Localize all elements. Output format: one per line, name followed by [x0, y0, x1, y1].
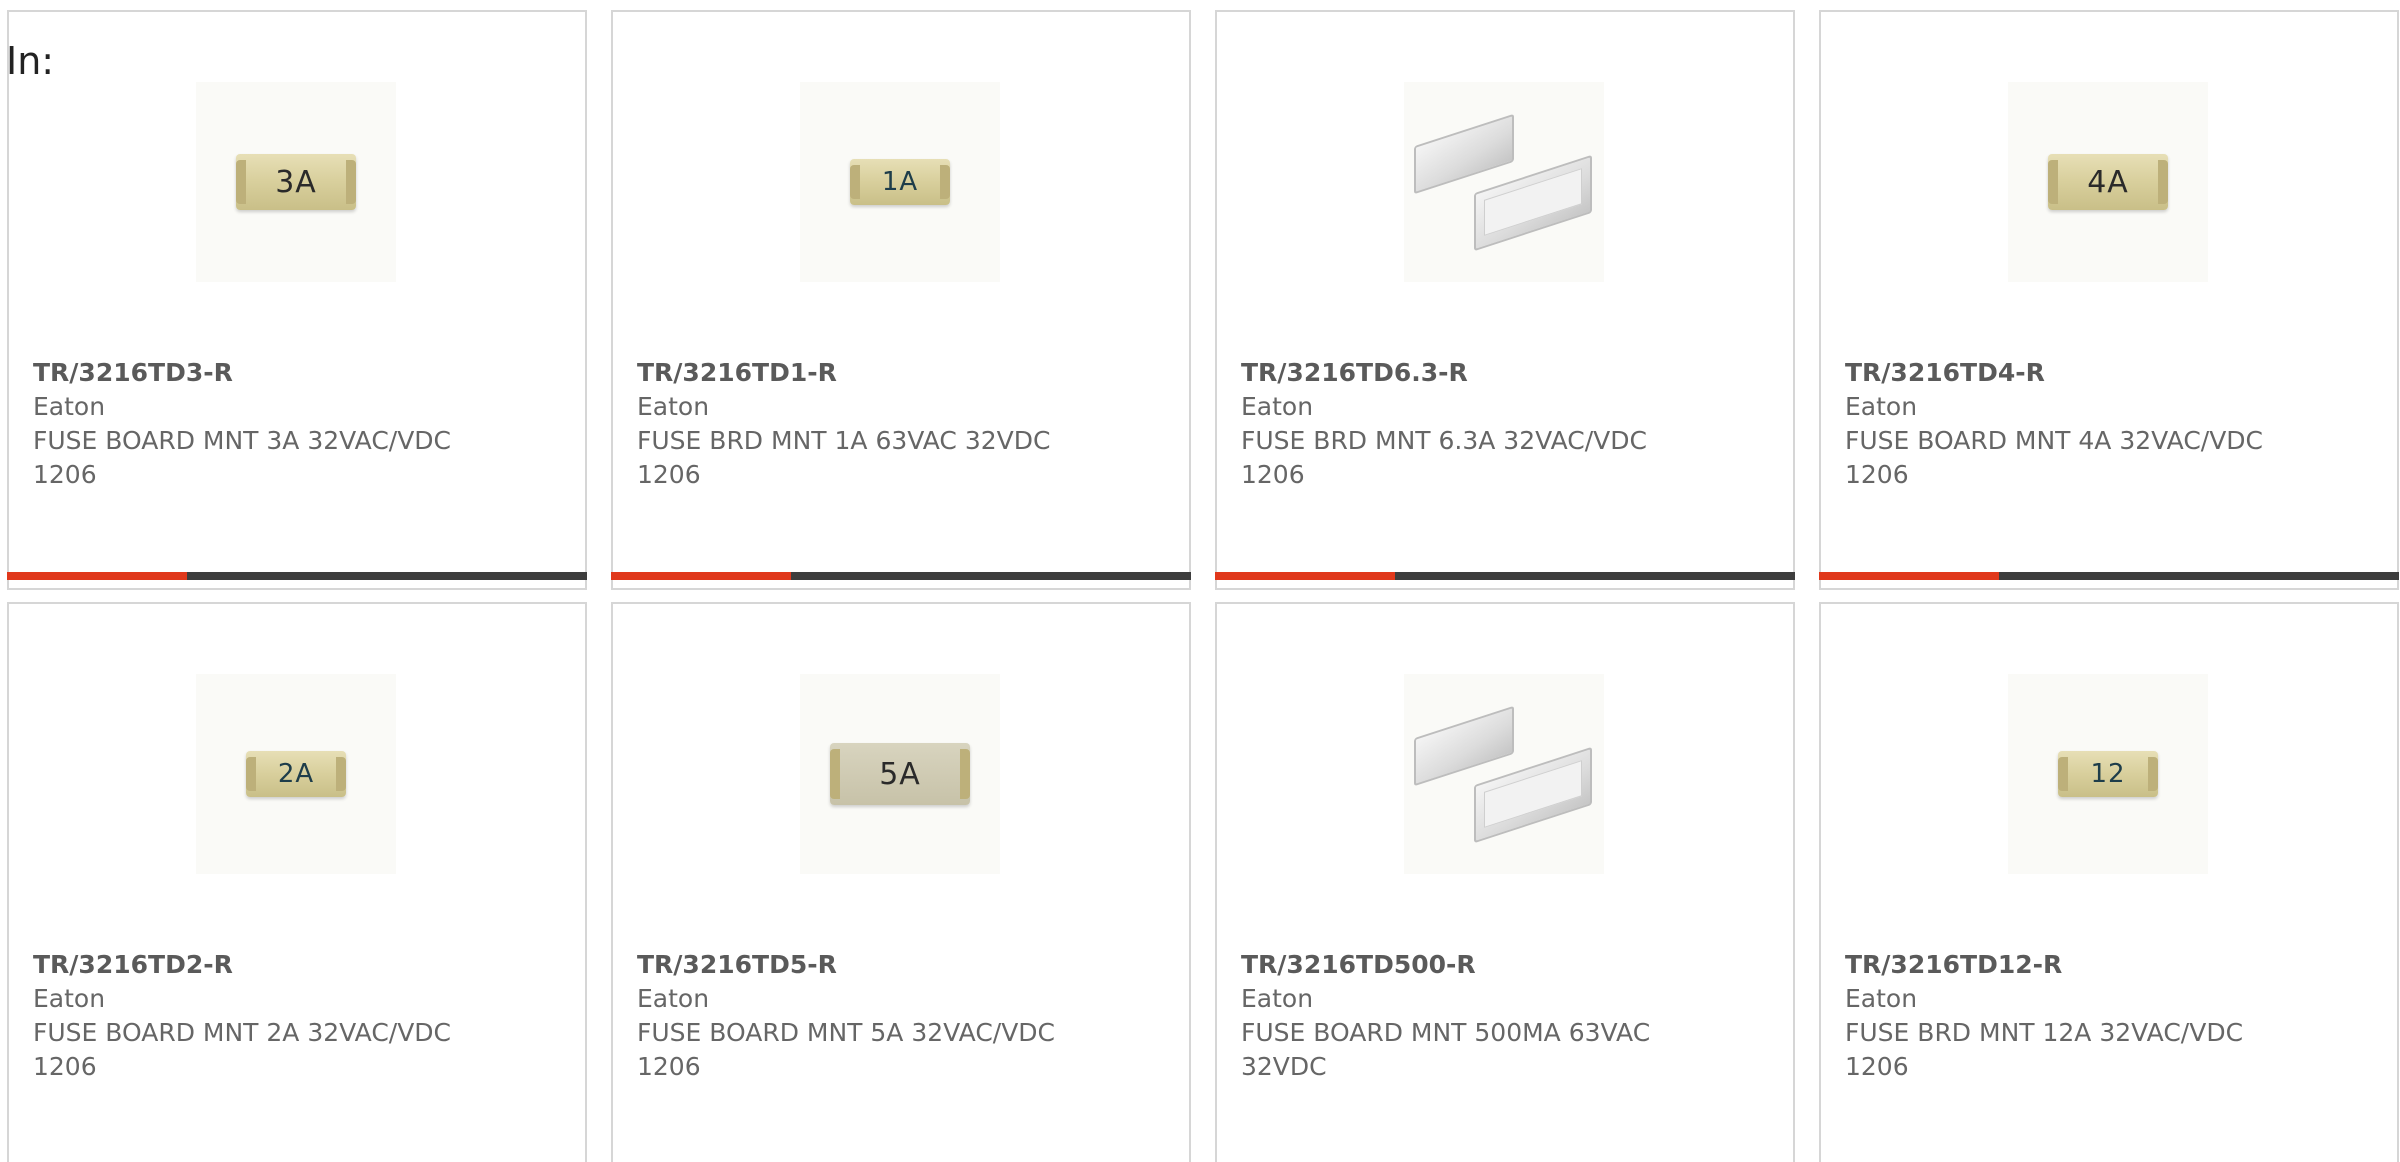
- chip-shape: [1414, 705, 1514, 787]
- chip-shape: [1474, 154, 1592, 252]
- product-image[interactable]: [1404, 674, 1604, 874]
- product-image[interactable]: 4A: [2008, 82, 2208, 282]
- fuse-icon: 1A: [850, 159, 950, 205]
- manufacturer: Eaton: [1241, 392, 1314, 421]
- product-card[interactable]: TR/3216TD500-R Eaton FUSE BOARD MNT 500M…: [1215, 602, 1795, 1162]
- description: FUSE BOARD MNT 4A 32VAC/VDC: [1845, 426, 2264, 455]
- product-info: TR/3216TD4-R Eaton FUSE BOARD MNT 4A 32V…: [1845, 356, 2315, 492]
- description: FUSE BOARD MNT 500MA 63VAC 32VDC: [1241, 1018, 1651, 1081]
- product-info: TR/3216TD12-R Eaton FUSE BRD MNT 12A 32V…: [1845, 948, 2315, 1084]
- progress-bar: [1819, 572, 2399, 580]
- product-info: TR/3216TD5-R Eaton FUSE BOARD MNT 5A 32V…: [637, 948, 1107, 1084]
- progress-bar: [7, 572, 587, 580]
- product-card[interactable]: 12 TR/3216TD12-R Eaton FUSE BRD MNT 12A …: [1819, 602, 2399, 1162]
- description: FUSE BRD MNT 6.3A 32VAC/VDC: [1241, 426, 1647, 455]
- fuse-marking: 5A: [879, 756, 921, 792]
- part-number[interactable]: TR/3216TD3-R: [33, 356, 503, 390]
- product-grid: 3A TR/3216TD3-R Eaton FUSE BOARD MNT 3A …: [7, 10, 2399, 1162]
- product-info: TR/3216TD6.3-R Eaton FUSE BRD MNT 6.3A 3…: [1241, 356, 1711, 492]
- manufacturer: Eaton: [1241, 984, 1314, 1013]
- fuse-icon: 3A: [236, 154, 356, 210]
- part-number[interactable]: TR/3216TD500-R: [1241, 948, 1711, 982]
- fuse-icon: 12: [2058, 751, 2158, 797]
- fuse-marking: 3A: [275, 164, 317, 200]
- chip-shape: [1414, 113, 1514, 195]
- product-card[interactable]: TR/3216TD6.3-R Eaton FUSE BRD MNT 6.3A 3…: [1215, 10, 1795, 590]
- fuse-marking: 2A: [277, 759, 315, 789]
- part-number[interactable]: TR/3216TD2-R: [33, 948, 503, 982]
- progress-fill: [7, 572, 187, 580]
- fuse-icon: 4A: [2048, 154, 2168, 210]
- description: FUSE BRD MNT 12A 32VAC/VDC: [1845, 1018, 2244, 1047]
- product-card[interactable]: 4A TR/3216TD4-R Eaton FUSE BOARD MNT 4A …: [1819, 10, 2399, 590]
- manufacturer: Eaton: [1845, 984, 1918, 1013]
- manufacturer: Eaton: [637, 392, 710, 421]
- part-number[interactable]: TR/3216TD12-R: [1845, 948, 2315, 982]
- product-card[interactable]: 3A TR/3216TD3-R Eaton FUSE BOARD MNT 3A …: [7, 10, 587, 590]
- part-number[interactable]: TR/3216TD1-R: [637, 356, 1107, 390]
- product-image[interactable]: 5A: [800, 674, 1000, 874]
- progress-fill: [1819, 572, 1999, 580]
- product-results-page: 3A TR/3216TD3-R Eaton FUSE BOARD MNT 3A …: [0, 0, 2400, 1162]
- package: 1206: [33, 460, 97, 489]
- description: FUSE BOARD MNT 2A 32VAC/VDC: [33, 1018, 452, 1047]
- description: FUSE BOARD MNT 5A 32VAC/VDC: [637, 1018, 1056, 1047]
- chip-component-icon: [1404, 704, 1604, 844]
- product-image[interactable]: 12: [2008, 674, 2208, 874]
- progress-bar: [611, 572, 1191, 580]
- fuse-marking: 1A: [881, 167, 919, 197]
- product-info: TR/3216TD3-R Eaton FUSE BOARD MNT 3A 32V…: [33, 356, 503, 492]
- product-card[interactable]: 5A TR/3216TD5-R Eaton FUSE BOARD MNT 5A …: [611, 602, 1191, 1162]
- manufacturer: Eaton: [637, 984, 710, 1013]
- chip-component-icon: [1404, 112, 1604, 252]
- part-number[interactable]: TR/3216TD4-R: [1845, 356, 2315, 390]
- product-card[interactable]: 2A TR/3216TD2-R Eaton FUSE BOARD MNT 2A …: [7, 602, 587, 1162]
- package: 1206: [1845, 1052, 1909, 1081]
- progress-bar: [1215, 572, 1795, 580]
- filter-label: In:: [6, 39, 55, 83]
- product-image[interactable]: 2A: [196, 674, 396, 874]
- description: FUSE BOARD MNT 3A 32VAC/VDC: [33, 426, 452, 455]
- fuse-marking: 4A: [2087, 164, 2129, 200]
- fuse-icon: 5A: [830, 743, 970, 805]
- part-number[interactable]: TR/3216TD6.3-R: [1241, 356, 1711, 390]
- part-number[interactable]: TR/3216TD5-R: [637, 948, 1107, 982]
- progress-fill: [611, 572, 791, 580]
- progress-fill: [1215, 572, 1395, 580]
- package: 1206: [1845, 460, 1909, 489]
- product-info: TR/3216TD1-R Eaton FUSE BRD MNT 1A 63VAC…: [637, 356, 1107, 492]
- manufacturer: Eaton: [1845, 392, 1918, 421]
- product-image[interactable]: 3A: [196, 82, 396, 282]
- product-info: TR/3216TD500-R Eaton FUSE BOARD MNT 500M…: [1241, 948, 1711, 1084]
- manufacturer: Eaton: [33, 984, 106, 1013]
- manufacturer: Eaton: [33, 392, 106, 421]
- fuse-marking: 12: [2090, 759, 2126, 789]
- package: 1206: [33, 1052, 97, 1081]
- chip-shape: [1474, 746, 1592, 844]
- product-image[interactable]: 1A: [800, 82, 1000, 282]
- product-image[interactable]: [1404, 82, 1604, 282]
- package: 1206: [637, 460, 701, 489]
- description: FUSE BRD MNT 1A 63VAC 32VDC: [637, 426, 1051, 455]
- product-card[interactable]: 1A TR/3216TD1-R Eaton FUSE BRD MNT 1A 63…: [611, 10, 1191, 590]
- product-info: TR/3216TD2-R Eaton FUSE BOARD MNT 2A 32V…: [33, 948, 503, 1084]
- package: 1206: [1241, 460, 1305, 489]
- fuse-icon: 2A: [246, 751, 346, 797]
- package: 1206: [637, 1052, 701, 1081]
